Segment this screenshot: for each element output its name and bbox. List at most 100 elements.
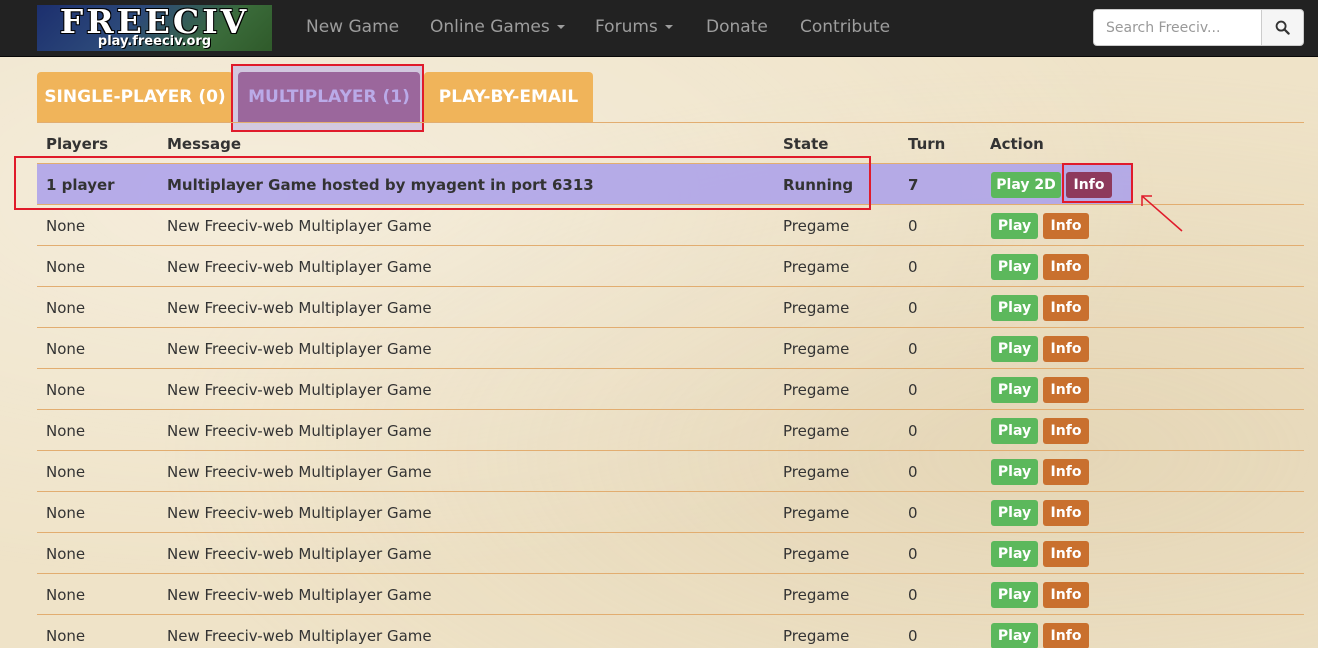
search-input[interactable]: [1093, 9, 1262, 46]
cell-state: Pregame: [783, 422, 850, 440]
cell-state: Pregame: [783, 340, 850, 358]
cell-turn: 0: [908, 586, 918, 604]
play-button[interactable]: Play 2D: [991, 172, 1061, 198]
tab-single-player-label: SINGLE-PLAYER (0): [44, 87, 226, 107]
cell-state: Pregame: [783, 545, 850, 563]
cell-players: None: [46, 422, 86, 440]
table-row: None New Freeciv-web Multiplayer Game Preg…: [37, 204, 1304, 245]
tab-play-by-email[interactable]: PLAY-BY-EMAIL: [424, 72, 593, 122]
nav-forums[interactable]: Forums: [595, 17, 673, 41]
header-message: Message: [167, 135, 241, 153]
table-row: None New Freeciv-web Multiplayer Game Preg…: [37, 409, 1304, 450]
cell-turn: 0: [908, 627, 918, 645]
nav-online-games[interactable]: Online Games: [430, 17, 565, 41]
cell-state: Pregame: [783, 258, 850, 276]
table-header: Players Message State Turn Action: [37, 122, 1304, 163]
play-button[interactable]: Play: [991, 623, 1038, 648]
cell-turn: 7: [908, 176, 919, 194]
info-button[interactable]: Info: [1043, 377, 1089, 403]
cell-state: Pregame: [783, 627, 850, 645]
header-action: Action: [990, 135, 1044, 153]
cell-turn: 0: [908, 504, 918, 522]
info-button[interactable]: Info: [1066, 172, 1112, 198]
play-button[interactable]: Play: [991, 213, 1038, 239]
nav-online-games-label: Online Games: [430, 17, 550, 37]
info-button[interactable]: Info: [1043, 623, 1089, 648]
nav-contribute[interactable]: Contribute: [800, 17, 890, 41]
tab-multiplayer[interactable]: MULTIPLAYER (1): [238, 72, 420, 122]
cell-turn: 0: [908, 463, 918, 481]
table-row: None New Freeciv-web Multiplayer Game Preg…: [37, 450, 1304, 491]
cell-message: New Freeciv-web Multiplayer Game: [167, 299, 432, 317]
cell-message: New Freeciv-web Multiplayer Game: [167, 504, 432, 522]
info-button[interactable]: Info: [1043, 582, 1089, 608]
play-button[interactable]: Play: [991, 377, 1038, 403]
cell-message: New Freeciv-web Multiplayer Game: [167, 217, 432, 235]
logo-subtitle: play.freeciv.org: [97, 34, 212, 49]
cell-message: Multiplayer Game hosted by myagent in po…: [167, 176, 594, 194]
cell-players: 1 player: [46, 176, 115, 194]
annotation-arrow-icon: [1141, 195, 1183, 232]
tab-multiplayer-label: MULTIPLAYER (1): [248, 87, 410, 107]
table-row: None New Freeciv-web Multiplayer Game Preg…: [37, 491, 1304, 532]
info-button[interactable]: Info: [1043, 459, 1089, 485]
nav-donate[interactable]: Donate: [706, 17, 768, 41]
header-turn: Turn: [908, 135, 946, 153]
nav-new-game[interactable]: New Game: [306, 17, 399, 41]
search-button[interactable]: [1261, 9, 1304, 46]
play-button[interactable]: Play: [991, 418, 1038, 444]
cell-players: None: [46, 299, 86, 317]
play-button[interactable]: Play: [991, 541, 1038, 567]
cell-turn: 0: [908, 258, 918, 276]
info-button[interactable]: Info: [1043, 254, 1089, 280]
play-button[interactable]: Play: [991, 582, 1038, 608]
cell-turn: 0: [908, 217, 918, 235]
navbar: FREECIV play.freeciv.org New Game Online…: [0, 0, 1318, 57]
freeciv-logo[interactable]: FREECIV play.freeciv.org: [37, 5, 272, 51]
cell-message: New Freeciv-web Multiplayer Game: [167, 258, 432, 276]
cell-state: Pregame: [783, 299, 850, 317]
table-row: None New Freeciv-web Multiplayer Game Preg…: [37, 286, 1304, 327]
table-row: None New Freeciv-web Multiplayer Game Preg…: [37, 614, 1304, 648]
table-row: None New Freeciv-web Multiplayer Game Preg…: [37, 368, 1304, 409]
cell-players: None: [46, 545, 86, 563]
nav-new-game-label: New Game: [306, 17, 400, 37]
info-button[interactable]: Info: [1043, 541, 1089, 567]
cell-players: None: [46, 340, 86, 358]
play-button[interactable]: Play: [991, 336, 1038, 362]
play-button[interactable]: Play: [991, 459, 1038, 485]
nav-contribute-label: Contribute: [800, 17, 891, 37]
cell-state: Pregame: [783, 381, 850, 399]
cell-turn: 0: [908, 422, 918, 440]
table-row: None New Freeciv-web Multiplayer Game Preg…: [37, 573, 1304, 614]
play-button[interactable]: Play: [991, 254, 1038, 280]
play-button[interactable]: Play: [991, 500, 1038, 526]
table-row: 1 player Multiplayer Game hosted by myage…: [37, 163, 1133, 204]
cell-message: New Freeciv-web Multiplayer Game: [167, 381, 432, 399]
info-button[interactable]: Info: [1043, 500, 1089, 526]
cell-turn: 0: [908, 299, 918, 317]
cell-state: Pregame: [783, 504, 850, 522]
cell-players: None: [46, 381, 86, 399]
chevron-down-icon: [664, 25, 673, 29]
info-button[interactable]: Info: [1043, 418, 1089, 444]
chevron-down-icon: [556, 25, 565, 29]
info-button[interactable]: Info: [1043, 336, 1089, 362]
nav-forums-label: Forums: [595, 17, 658, 37]
header-state: State: [783, 135, 829, 153]
cell-state: Pregame: [783, 586, 850, 604]
play-button[interactable]: Play: [991, 295, 1038, 321]
cell-turn: 0: [908, 545, 918, 563]
info-button[interactable]: Info: [1043, 213, 1089, 239]
table-row: None New Freeciv-web Multiplayer Game Preg…: [37, 245, 1304, 286]
tab-single-player[interactable]: SINGLE-PLAYER (0): [37, 72, 233, 122]
cell-players: None: [46, 463, 86, 481]
search-icon: [1275, 20, 1290, 35]
cell-turn: 0: [908, 381, 918, 399]
cell-players: None: [46, 258, 86, 276]
cell-state: Pregame: [783, 463, 850, 481]
cell-turn: 0: [908, 340, 918, 358]
cell-message: New Freeciv-web Multiplayer Game: [167, 545, 432, 563]
cell-state: Pregame: [783, 217, 850, 235]
info-button[interactable]: Info: [1043, 295, 1089, 321]
